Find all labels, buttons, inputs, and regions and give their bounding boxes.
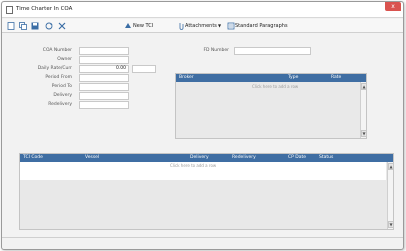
type-column-header[interactable]: Type bbox=[288, 75, 298, 81]
close-button[interactable]: x bbox=[385, 2, 401, 11]
owner-field[interactable] bbox=[79, 56, 129, 64]
copy-icon[interactable] bbox=[18, 22, 27, 30]
broker-column-header[interactable]: Broker bbox=[179, 75, 194, 81]
standard-paragraphs-icon bbox=[226, 22, 235, 30]
daily-rate-label: Daily Rate/Curr bbox=[37, 66, 72, 71]
period-from-field[interactable] bbox=[79, 74, 129, 82]
period-to-label: Period To bbox=[51, 84, 72, 89]
tci-grid-body: Click here to add a row bbox=[20, 162, 386, 180]
fd-number-label: FD Number bbox=[203, 48, 229, 53]
save-icon[interactable] bbox=[30, 22, 39, 30]
tci-grid-scrollbar[interactable]: ▲ ▼ bbox=[387, 162, 394, 229]
broker-grid-header: Broker Type Rate bbox=[176, 74, 366, 82]
cp-date-column-header[interactable]: CP Date bbox=[288, 155, 306, 161]
coa-number-field[interactable] bbox=[79, 47, 129, 55]
period-from-label: Period From bbox=[45, 75, 72, 80]
broker-grid-scrollbar[interactable]: ▲ ▼ bbox=[360, 82, 367, 138]
broker-grid: Broker Type Rate Click here to add a row… bbox=[175, 73, 367, 139]
standard-paragraphs-button[interactable]: Standard Paragraphs bbox=[235, 22, 288, 30]
attachments-button[interactable]: Attachments bbox=[185, 22, 217, 30]
attachments-icon bbox=[176, 22, 185, 30]
rate-column-header[interactable]: Rate bbox=[331, 75, 341, 81]
redelivery-column-header[interactable]: Redelivery bbox=[232, 155, 256, 161]
title-bar: Time Charter In COA x bbox=[2, 2, 403, 18]
daily-rate-field[interactable]: 0.00 bbox=[79, 65, 129, 73]
window-title: Time Charter In COA bbox=[16, 6, 73, 12]
new-tci-button[interactable]: New TCI bbox=[133, 22, 153, 30]
vessel-column-header[interactable]: Vessel bbox=[85, 155, 99, 161]
delivery-field[interactable] bbox=[79, 92, 129, 100]
delete-icon[interactable] bbox=[57, 22, 66, 30]
scroll-down-icon[interactable]: ▼ bbox=[388, 221, 394, 228]
toolbar: New TCI Attachments ▼ Standard Paragraph… bbox=[2, 19, 403, 33]
tci-code-column-header[interactable]: TCI Code bbox=[23, 155, 43, 161]
delivery-column-header[interactable]: Delivery bbox=[190, 155, 209, 161]
attachments-dropdown-icon[interactable]: ▼ bbox=[218, 22, 221, 30]
status-bar bbox=[2, 237, 403, 249]
scroll-up-icon[interactable]: ▲ bbox=[361, 83, 367, 90]
broker-grid-add-row[interactable]: Click here to add a row bbox=[252, 84, 298, 89]
tci-grid: TCI Code Vessel Delivery Redelivery CP D… bbox=[19, 153, 394, 230]
window-icon bbox=[6, 6, 13, 14]
currency-field[interactable] bbox=[132, 65, 156, 73]
redelivery-field[interactable] bbox=[79, 101, 129, 109]
scroll-up-icon[interactable]: ▲ bbox=[388, 163, 394, 170]
time-charter-in-coa-window: Time Charter In COA x New TCI Attachment… bbox=[1, 1, 404, 250]
new-tci-icon bbox=[123, 22, 132, 30]
coa-number-label: COA Number bbox=[42, 48, 72, 53]
scroll-down-icon[interactable]: ▼ bbox=[361, 130, 367, 137]
status-column-header[interactable]: Status bbox=[319, 155, 333, 161]
owner-label: Owner bbox=[57, 57, 72, 62]
period-to-field[interactable] bbox=[79, 83, 129, 91]
new-document-icon[interactable] bbox=[6, 22, 15, 30]
tci-grid-add-row[interactable]: Click here to add a row bbox=[170, 163, 216, 168]
fd-number-field[interactable] bbox=[234, 47, 311, 55]
tci-grid-header: TCI Code Vessel Delivery Redelivery CP D… bbox=[20, 154, 393, 162]
refresh-icon[interactable] bbox=[44, 22, 53, 30]
delivery-label: Delivery bbox=[53, 93, 72, 98]
redelivery-label: Redelivery bbox=[48, 102, 72, 107]
